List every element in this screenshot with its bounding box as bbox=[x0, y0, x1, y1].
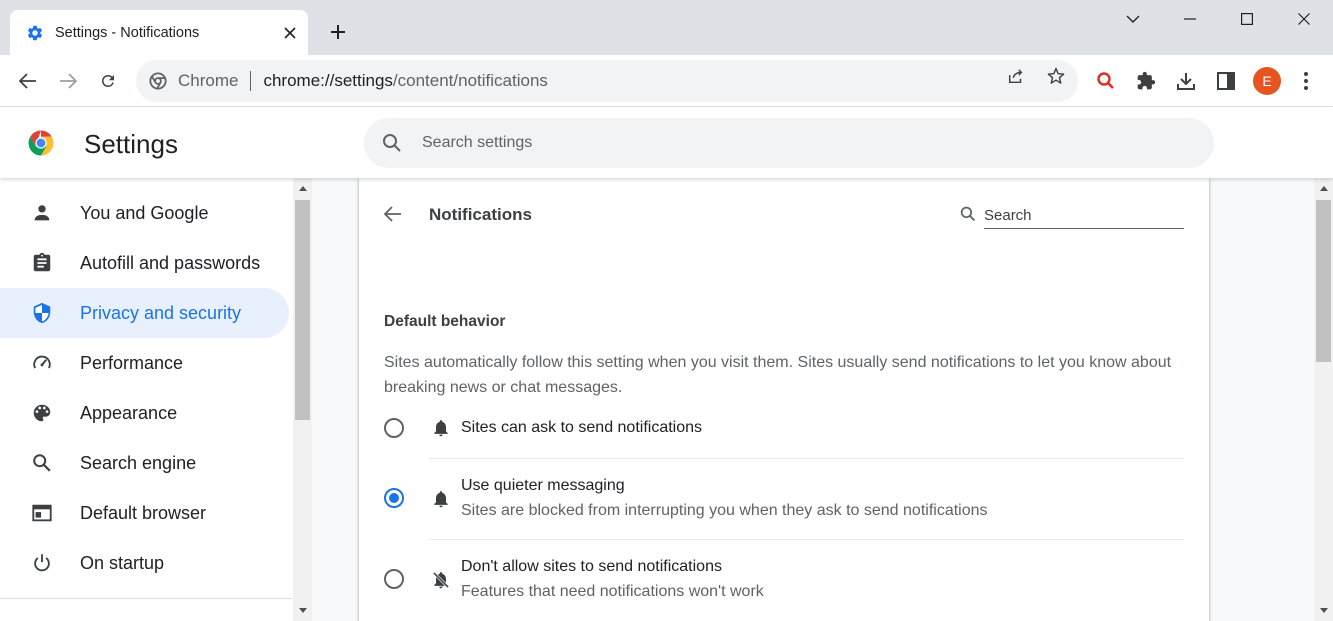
back-arrow-icon[interactable] bbox=[12, 65, 44, 97]
address-bar[interactable]: Chrome chrome://settings/content/notific… bbox=[136, 60, 1078, 102]
close-window-icon[interactable] bbox=[1281, 4, 1327, 34]
sidebar-item-label: Autofill and passwords bbox=[80, 252, 261, 273]
sidebar-item-label: Appearance bbox=[80, 402, 178, 423]
option-divider bbox=[429, 539, 1184, 540]
section-heading: Default behavior bbox=[384, 313, 506, 330]
sidebar-item-label: Default browser bbox=[80, 502, 207, 523]
minimize-icon[interactable] bbox=[1167, 4, 1213, 34]
radio-quieter-messaging[interactable] bbox=[384, 488, 404, 508]
clipboard-icon bbox=[30, 251, 54, 275]
url-host: chrome://settings bbox=[263, 71, 393, 90]
option-sublabel: Features that need notifications won't w… bbox=[461, 583, 764, 600]
option-sites-can-ask[interactable]: Sites can ask to send notifications bbox=[384, 416, 1184, 460]
option-label: Don't allow sites to send notifications bbox=[461, 558, 722, 575]
extensions-puzzle-icon[interactable] bbox=[1130, 65, 1162, 97]
tab-settings-notifications[interactable]: Settings - Notifications bbox=[10, 10, 308, 55]
url-path: /content/notifications bbox=[392, 71, 548, 90]
option-label: Use quieter messaging bbox=[461, 477, 625, 494]
sidebar-item-label: On startup bbox=[80, 552, 165, 573]
notifications-search-input[interactable] bbox=[984, 202, 1184, 229]
option-quieter-messaging[interactable]: Use quieter messaging Sites are blocked … bbox=[384, 477, 1184, 537]
palette-icon bbox=[30, 401, 54, 425]
side-panel-icon[interactable] bbox=[1210, 65, 1242, 97]
tab-search-chevron-icon[interactable] bbox=[1110, 4, 1156, 34]
browser-toolbar: Chrome chrome://settings/content/notific… bbox=[0, 55, 1333, 107]
tab-strip: Settings - Notifications bbox=[0, 0, 1333, 55]
sidebar-scrollbar[interactable] bbox=[293, 178, 312, 621]
search-icon bbox=[30, 451, 54, 475]
power-icon bbox=[30, 551, 54, 575]
option-dont-allow[interactable]: Don't allow sites to send notifications … bbox=[384, 558, 1184, 618]
sidebar-item-you-and-google[interactable]: You and Google bbox=[0, 188, 289, 238]
bell-off-icon bbox=[429, 568, 453, 592]
sidebar-item-appearance[interactable]: Appearance bbox=[0, 388, 289, 438]
shield-icon bbox=[30, 301, 54, 325]
sidebar-item-search-engine[interactable]: Search engine bbox=[0, 438, 289, 488]
settings-gear-icon bbox=[26, 24, 44, 42]
sidebar-item-label: You and Google bbox=[80, 202, 209, 223]
browser-window-icon bbox=[30, 501, 54, 525]
profile-avatar[interactable]: E bbox=[1253, 67, 1281, 95]
main-scrollbar[interactable] bbox=[1314, 178, 1333, 621]
sidebar-item-label: Performance bbox=[80, 352, 184, 373]
radio-dont-allow[interactable] bbox=[384, 569, 404, 589]
scroll-up-arrow-icon[interactable] bbox=[1314, 180, 1333, 197]
maximize-icon[interactable] bbox=[1224, 4, 1270, 34]
sidebar-item-label: Search engine bbox=[80, 452, 197, 473]
extension-search-icon[interactable] bbox=[1090, 65, 1122, 97]
notifications-search[interactable] bbox=[959, 202, 1184, 230]
notifications-card: Notifications Default behavior Sites aut… bbox=[359, 178, 1209, 621]
search-settings-box[interactable] bbox=[364, 118, 1214, 168]
speedometer-icon bbox=[30, 351, 54, 375]
search-icon bbox=[380, 131, 404, 155]
download-icon[interactable] bbox=[1170, 65, 1202, 97]
sidebar-item-on-startup[interactable]: On startup bbox=[0, 538, 289, 588]
chrome-logo-icon bbox=[26, 128, 56, 158]
sidebar-item-privacy-and-security[interactable]: Privacy and security bbox=[0, 288, 289, 338]
radio-sites-can-ask[interactable] bbox=[384, 418, 404, 438]
tab-title: Settings - Notifications bbox=[55, 24, 200, 41]
omnibox-divider bbox=[250, 71, 252, 91]
option-divider bbox=[429, 458, 1184, 459]
omnibox-chip: Chrome bbox=[178, 71, 239, 90]
bell-icon bbox=[429, 416, 453, 440]
sidebar-item-autofill[interactable]: Autofill and passwords bbox=[0, 238, 289, 288]
main-scrollbar-thumb[interactable] bbox=[1316, 200, 1331, 362]
reload-icon[interactable] bbox=[92, 65, 124, 97]
bookmark-star-icon[interactable] bbox=[1040, 60, 1072, 92]
back-arrow-icon[interactable] bbox=[379, 200, 407, 228]
scroll-up-arrow-icon[interactable] bbox=[293, 180, 312, 197]
sidebar-item-performance[interactable]: Performance bbox=[0, 338, 289, 388]
search-settings-input[interactable] bbox=[422, 134, 1122, 152]
chrome-site-icon bbox=[148, 71, 168, 91]
settings-title: Settings bbox=[84, 129, 178, 159]
settings-sidebar: You and Google Autofill and passwords Pr… bbox=[0, 178, 292, 621]
page-title: Notifications bbox=[429, 205, 532, 224]
url-text: chrome://settings/content/notifications bbox=[263, 71, 547, 91]
sidebar-divider bbox=[0, 598, 292, 599]
scroll-down-arrow-icon[interactable] bbox=[293, 602, 312, 619]
sidebar-scrollbar-thumb[interactable] bbox=[295, 200, 310, 420]
search-icon bbox=[959, 205, 977, 223]
bell-icon bbox=[429, 487, 453, 511]
person-icon bbox=[30, 201, 54, 225]
new-tab-button[interactable] bbox=[324, 18, 352, 46]
close-tab-icon[interactable] bbox=[278, 21, 302, 45]
forward-arrow-icon[interactable] bbox=[52, 65, 84, 97]
sidebar-item-label: Privacy and security bbox=[80, 302, 242, 323]
settings-header: Settings bbox=[0, 108, 1333, 178]
section-description: Sites automatically follow this setting … bbox=[384, 354, 1172, 396]
option-sublabel: Sites are blocked from interrupting you … bbox=[461, 502, 988, 519]
share-icon[interactable] bbox=[1000, 60, 1032, 92]
more-menu-icon[interactable] bbox=[1290, 65, 1322, 97]
sidebar-item-default-browser[interactable]: Default browser bbox=[0, 488, 289, 538]
option-label: Sites can ask to send notifications bbox=[461, 419, 703, 436]
scroll-down-arrow-icon[interactable] bbox=[1314, 602, 1333, 619]
